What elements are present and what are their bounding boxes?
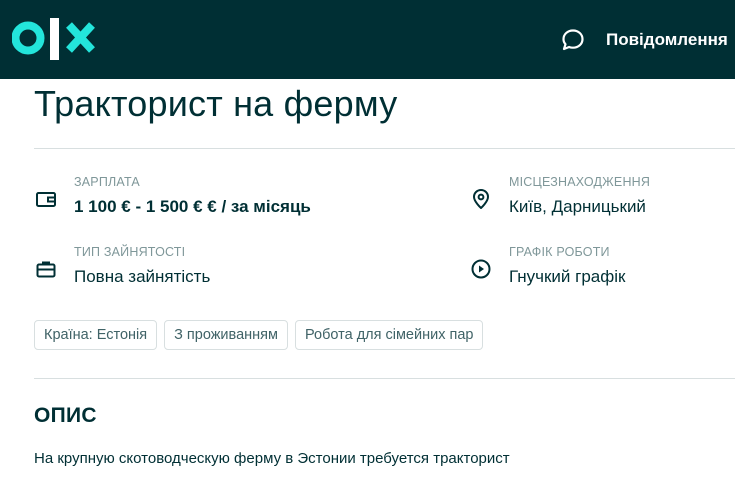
title-divider (34, 148, 735, 149)
chat-bubble-icon (562, 29, 584, 51)
top-navigation-bar: Повідомлення (0, 0, 735, 79)
tags-divider (34, 378, 735, 379)
description-heading: ОПИС (34, 404, 97, 427)
tag-accommodation[interactable]: З проживанням (164, 320, 288, 350)
tag-list: Країна: Естонія З проживанням Робота для… (34, 320, 490, 350)
description-text: На крупную скотоводческую ферму в Эстони… (34, 450, 510, 467)
location-param: Місцезнаходження Київ, Дарницький (470, 175, 650, 217)
page-title: Тракторист на ферму (34, 83, 398, 124)
salary-param: Зарплата 1 100 € - 1 500 € € / за місяць (35, 175, 311, 217)
employment-type-label: Тип зайнятості (74, 245, 186, 259)
listing-content: Тракторист на ферму Зарплата 1 100 € - 1… (0, 79, 735, 483)
messages-link[interactable]: Повідомлення (560, 26, 728, 54)
olx-logo[interactable] (12, 15, 98, 63)
location-value: Київ, Дарницький (509, 197, 646, 216)
salary-label: Зарплата (74, 175, 140, 189)
schedule-label: Графік роботи (509, 245, 610, 259)
employment-type-param: Тип зайнятості Повна зайнятість (35, 245, 210, 287)
location-pin-icon (473, 189, 489, 209)
schedule-value: Гнучкий графік (509, 267, 626, 286)
tag-family-couples[interactable]: Робота для сімейних пар (294, 320, 484, 350)
wallet-icon (36, 192, 56, 207)
salary-value: 1 100 € - 1 500 € € / за місяць (74, 197, 311, 216)
briefcase-icon (36, 261, 56, 278)
clock-play-icon (471, 259, 491, 279)
tag-country[interactable]: Країна: Естонія (34, 320, 158, 350)
schedule-param: Графік роботи Гнучкий графік (470, 245, 625, 287)
employment-type-value: Повна зайнятість (74, 267, 211, 286)
location-label: Місцезнаходження (509, 175, 651, 189)
messages-label: Повідомлення (606, 30, 728, 49)
